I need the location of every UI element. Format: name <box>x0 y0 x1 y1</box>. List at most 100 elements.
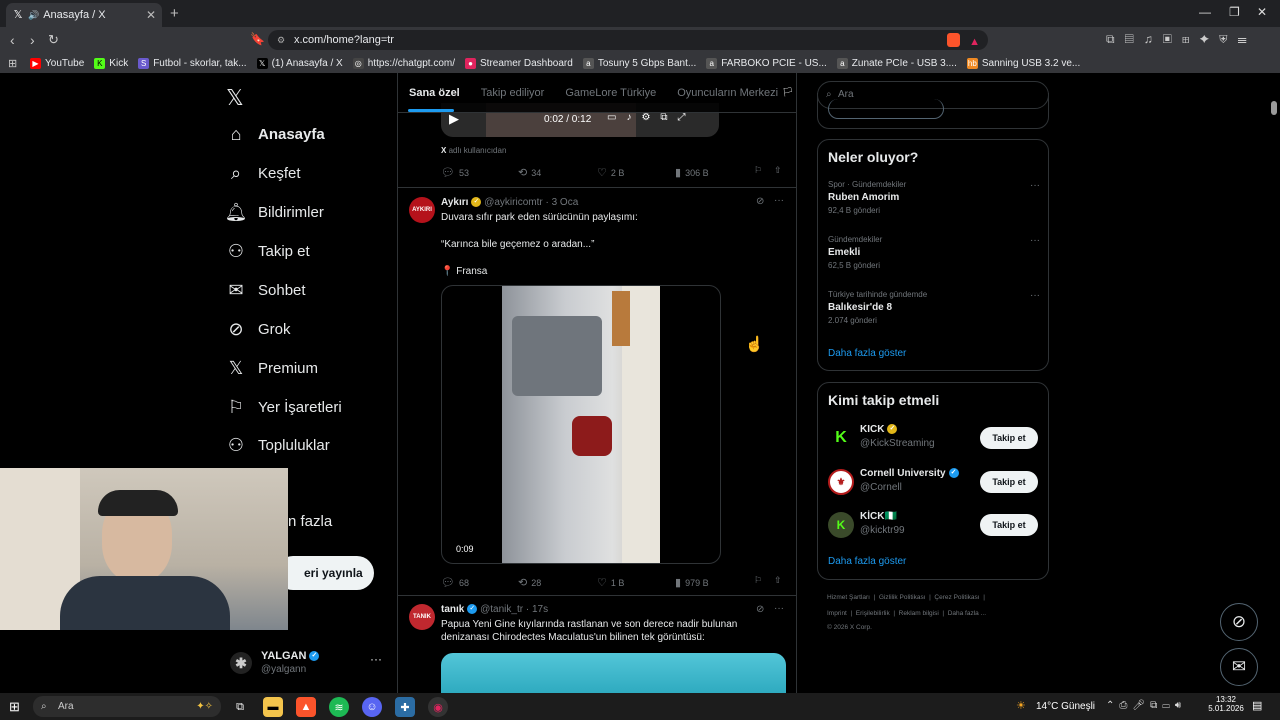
tweet-image[interactable] <box>441 653 786 693</box>
browser-tab[interactable]: 𝕏 🔊 Anasayfa / X ✕ <box>6 3 162 27</box>
share-icon[interactable]: ⇧ <box>774 165 782 176</box>
author-name[interactable]: Aykırı <box>441 197 468 208</box>
footer-link[interactable]: Imprint <box>827 610 847 617</box>
trend-item[interactable]: Spor · Gündemdekiler Ruben Amorim 92,4 B… <box>828 180 1040 215</box>
footer-link[interactable]: Reklam bilgisi <box>899 610 939 617</box>
tweet-aykiri[interactable]: AYKIRI Aykırı ✓ @aykiricomtr · 3 Oca ⊘ ··… <box>398 188 796 598</box>
nav-home[interactable]: ⌂ Anasayfa <box>226 124 325 144</box>
play-icon[interactable]: ▶ <box>449 111 459 127</box>
video-controls-icons[interactable]: ▭♪⚙⧉⤢ <box>607 112 696 123</box>
tab-oyuncular[interactable]: Oyuncuların Merkezi <box>677 87 778 99</box>
footer-link[interactable]: Hizmet Şartları <box>827 594 870 601</box>
like-action[interactable]: ♡ 2 B <box>597 166 624 179</box>
back-icon[interactable]: ‹ <box>10 32 15 48</box>
bookmark-chatgpt[interactable]: ◎ https://chatgpt.com/ <box>352 57 455 69</box>
brave-shield-icon[interactable] <box>947 33 960 47</box>
weather-text[interactable]: 14°C Güneşli <box>1036 701 1095 712</box>
author-name[interactable]: tanık <box>441 604 464 615</box>
forward-icon[interactable]: › <box>30 32 35 48</box>
more-icon[interactable]: ··· <box>1030 180 1040 191</box>
views-action[interactable]: ▮ 979 B <box>675 576 709 589</box>
site-info-icon[interactable]: ⚙ <box>277 30 285 50</box>
follow-button[interactable]: Takip et <box>980 427 1038 449</box>
repost-action[interactable]: ⟲ 28 <box>518 576 541 589</box>
show-more-follow-link[interactable]: Daha fazla göster <box>828 556 906 567</box>
bookmark-futbol[interactable]: S Futbol - skorlar, tak... <box>138 57 247 69</box>
task-view-icon[interactable]: ⧉ <box>230 697 250 717</box>
tab-following[interactable]: Takip ediliyor <box>481 87 545 99</box>
grok-fab-icon[interactable]: ⊘ <box>1220 603 1258 641</box>
restore-icon[interactable]: ❐ <box>1229 5 1240 19</box>
footer-link[interactable]: Erişilebilirlik <box>856 610 890 617</box>
file-explorer-icon[interactable]: ▬ <box>263 697 283 717</box>
bookmark-icon[interactable]: ⚐ <box>754 575 762 586</box>
follow-button[interactable]: Takip et <box>980 514 1038 536</box>
reload-icon[interactable]: ↻ <box>48 32 59 48</box>
nav-bookmarks[interactable]: ⚐ Yer İşaretleri <box>226 397 342 417</box>
x-logo-icon[interactable]: 𝕏 <box>226 85 244 111</box>
bookmark-kick[interactable]: K Kick <box>94 57 128 69</box>
obs-icon[interactable]: ◉ <box>428 697 448 717</box>
grok-icon[interactable]: ⊘ <box>756 196 764 207</box>
nav-chat[interactable]: ✉ Sohbet <box>226 280 305 300</box>
bookmark-page-icon[interactable]: 🔖 <box>250 32 265 46</box>
tab-for-you[interactable]: Sana özel <box>409 87 460 99</box>
windows-start-icon[interactable]: ⊞ <box>9 699 20 715</box>
tab-mute-icon[interactable]: 🔊 <box>28 10 39 21</box>
discord-icon[interactable]: ☺ <box>362 697 382 717</box>
share-icon[interactable]: ⇧ <box>774 575 782 586</box>
bookmark-tosuny[interactable]: a Tosuny 5 Gbps Bant... <box>582 57 696 69</box>
reply-action[interactable]: 💬︎ 53 <box>441 166 469 179</box>
author-handle[interactable]: @aykiricomtr <box>484 197 543 208</box>
nav-explore[interactable]: ⌕ Keşfet <box>226 163 301 183</box>
close-tab-icon[interactable]: ✕ <box>146 8 156 22</box>
tray-icons[interactable]: ⌃⎙🎤︎⧉▭🔊︎ <box>1106 700 1186 711</box>
more-icon[interactable]: ··· <box>774 603 784 614</box>
views-action[interactable]: ▮ 306 B <box>675 166 709 179</box>
clock[interactable]: 13:32 5.01.2026 <box>1206 695 1246 713</box>
bookmark-sanning[interactable]: hb Sanning USB 3.2 ve... <box>966 57 1080 69</box>
more-icon[interactable]: ··· <box>774 195 784 206</box>
more-icon[interactable]: ··· <box>1030 290 1040 301</box>
trend-item[interactable]: Gündemdekiler Emekli 62,5 B gönderi ··· <box>828 235 1040 270</box>
footer-link[interactable]: Çerez Politikası <box>934 594 979 601</box>
scrollbar-thumb[interactable] <box>1271 101 1277 115</box>
new-tab-button[interactable]: + <box>170 5 179 22</box>
browser-toolbar-icons[interactable]: ⧉▤♫▣⊞✦⛨☰ <box>1106 32 1257 47</box>
show-more-trends-link[interactable]: Daha fazla göster <box>828 348 906 359</box>
follow-button[interactable]: Takip et <box>980 471 1038 493</box>
repost-action[interactable]: ⟲ 34 <box>518 166 541 179</box>
brave-browser-icon[interactable]: ▲ <box>296 697 316 717</box>
bookmark-icon[interactable]: ⚐ <box>754 165 762 176</box>
bookmark-streamer[interactable]: ● Streamer Dashboard <box>465 57 573 69</box>
trend-item[interactable]: Türkiye tarihinde gündemde Balıkesir'de … <box>828 290 1040 325</box>
follow-suggestion[interactable]: K KİCK🇳🇬 @kicktr99 Takip et <box>828 510 1040 540</box>
url-field[interactable]: ⚙ x.com/home?lang=tr ▲ <box>268 30 988 50</box>
nav-grok[interactable]: ⊘ Grok <box>226 319 290 339</box>
taskbar-search[interactable]: ⌕ Ara ✦✧ <box>33 696 221 717</box>
nav-follow[interactable]: ⚇ Takip et <box>226 241 310 261</box>
notifications-icon[interactable]: ▤ <box>1252 699 1262 712</box>
app-icon[interactable]: ✚ <box>395 697 415 717</box>
bookmark-zunate[interactable]: a Zunate PCIe - USB 3.... <box>836 57 957 69</box>
bookmark-x[interactable]: 𝕏 (1) Anasayfa / X <box>256 57 343 69</box>
apps-grid-icon[interactable]: ⊞ <box>8 57 17 70</box>
avatar[interactable]: TANIK <box>409 604 435 630</box>
tweet-tanik[interactable]: TANIK tanık ✓ @tanik_tr · 17s ⊘ ··· Papua… <box>398 596 796 693</box>
footer-link[interactable]: Gizlilik Politikası <box>879 594 926 601</box>
subscribe-button[interactable] <box>828 99 944 119</box>
bookmark-farboko[interactable]: a FARBOKO PCIE - US... <box>706 57 827 69</box>
author-handle[interactable]: @tanik_tr <box>480 604 523 615</box>
video-player[interactable]: 0:09 <box>441 285 721 564</box>
spotify-icon[interactable]: ≋ <box>329 697 349 717</box>
grok-icon[interactable]: ⊘ <box>756 604 764 615</box>
minimize-icon[interactable]: — <box>1199 5 1211 19</box>
tweet-date[interactable]: · 3 Oca <box>545 197 578 208</box>
nav-notifications[interactable]: 🔔︎ Bildirimler <box>225 202 324 222</box>
nav-more[interactable]: n fazla <box>288 513 332 530</box>
close-window-icon[interactable]: ✕ <box>1257 5 1267 19</box>
bookmark-youtube[interactable]: ▶ YouTube <box>30 57 84 69</box>
avatar[interactable]: AYKIRI <box>409 197 435 223</box>
follow-suggestion[interactable]: ⚜ Cornell University ✓ @Cornell Takip et <box>828 467 1040 497</box>
more-icon[interactable]: ··· <box>370 652 382 666</box>
